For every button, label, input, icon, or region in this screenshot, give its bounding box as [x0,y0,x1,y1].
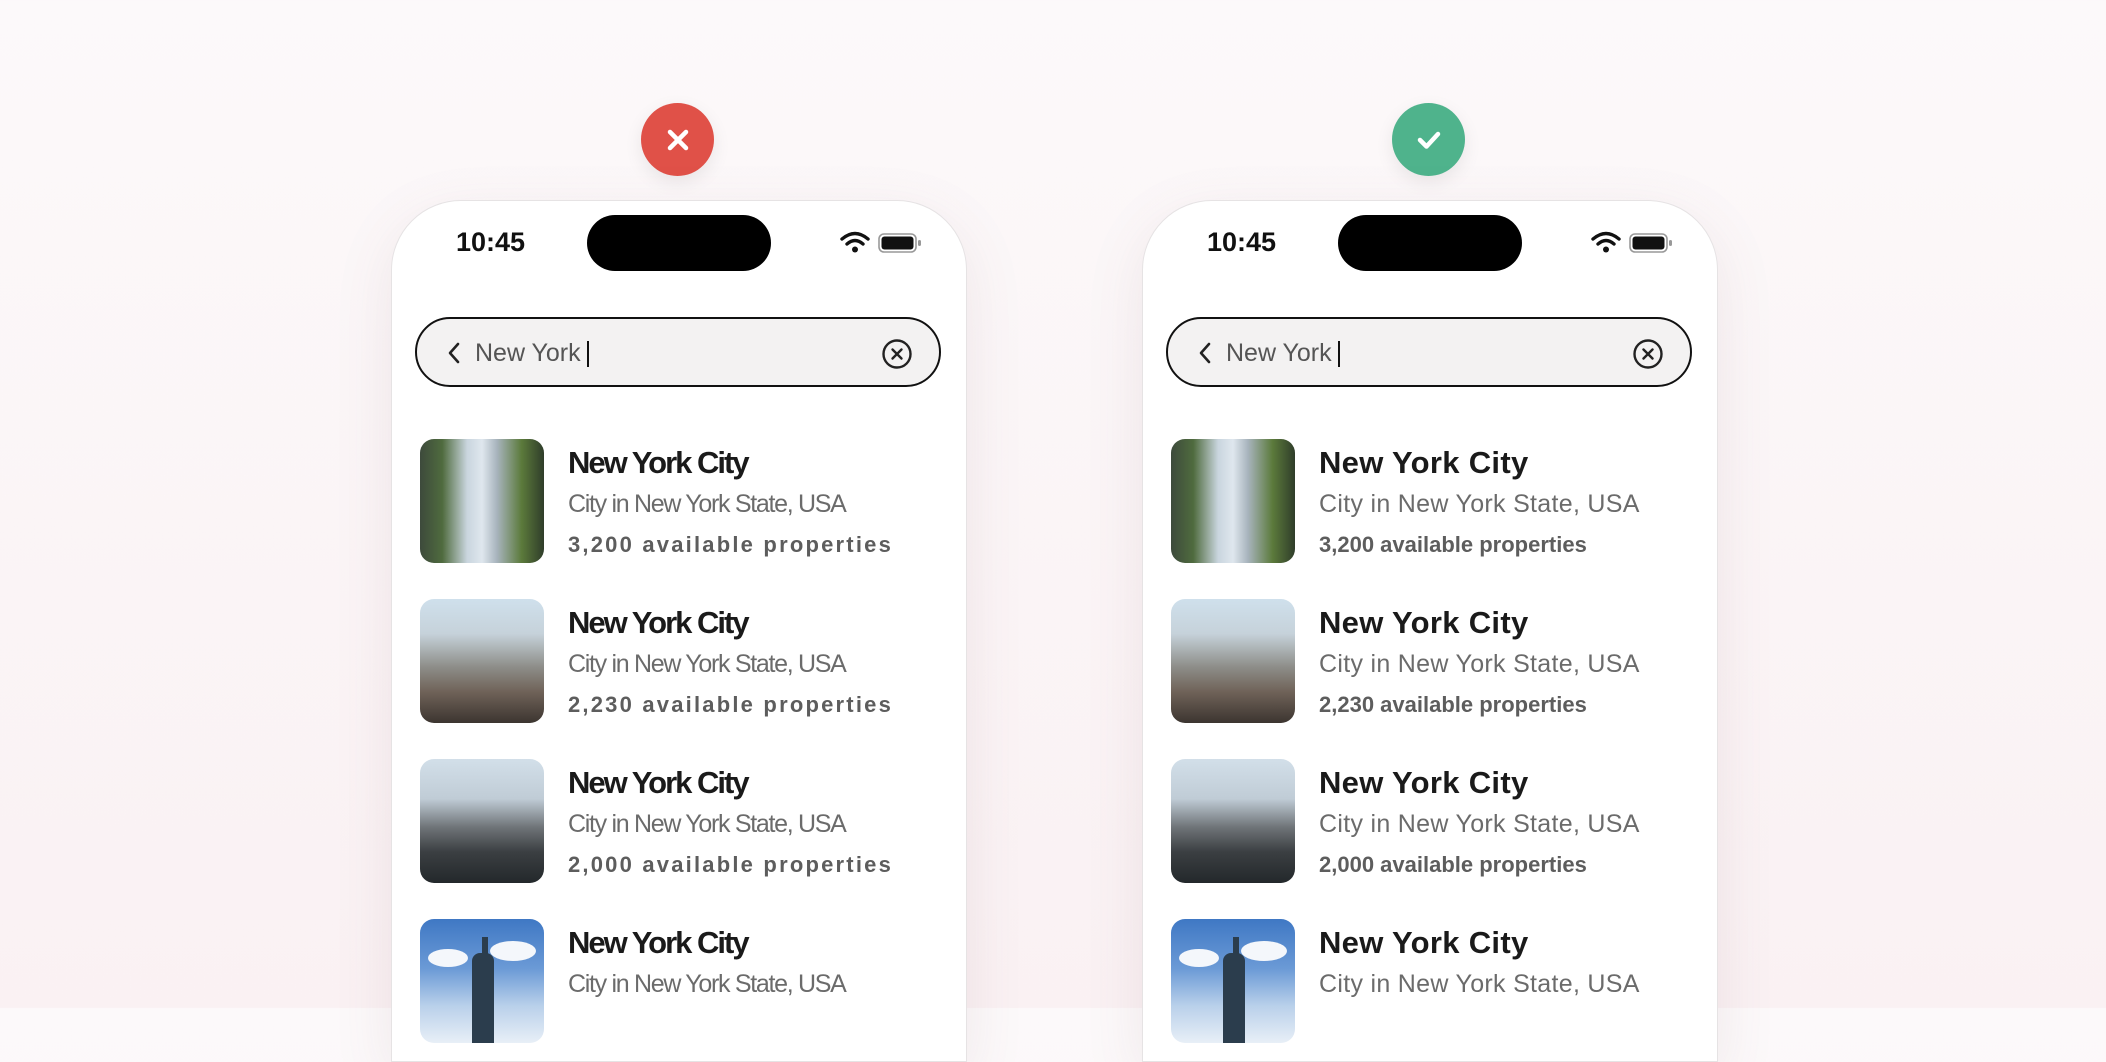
item-title: New York City [1319,765,1529,800]
chevron-left-icon[interactable] [445,341,463,365]
item-subtitle: City in New York State, USA [568,650,847,678]
city-thumbnail [1171,439,1295,563]
search-input[interactable] [1226,331,1586,375]
wifi-icon [1591,231,1621,253]
list-item[interactable]: New York City City in New York State, US… [1171,599,1697,759]
search-bar[interactable] [1166,317,1692,387]
item-properties: 2,000 available properties [1319,852,1587,877]
phone-correct: 10:45 New York City City in New York Sta… [1142,200,1718,1062]
phone-incorrect: 10:45 New York City City in New York Sta… [391,200,967,1062]
chevron-left-icon[interactable] [1196,341,1214,365]
battery-icon [878,233,921,253]
item-subtitle: City in New York State, USA [568,490,847,518]
item-title: New York City [568,925,750,960]
clear-circle-icon[interactable] [881,338,913,370]
close-icon [667,129,688,150]
item-subtitle: City in New York State, USA [568,970,847,998]
list-item[interactable]: New York City City in New York State, US… [420,759,946,919]
dynamic-island [1338,215,1522,271]
city-thumbnail [1171,919,1295,1043]
list-item[interactable]: New York City City in New York State, US… [1171,759,1697,919]
dynamic-island [587,215,771,271]
city-thumbnail [1171,759,1295,883]
city-thumbnail [420,439,544,563]
text-cursor [587,341,589,367]
city-thumbnail [1171,599,1295,723]
city-thumbnail [420,919,544,1043]
item-title: New York City [568,765,750,800]
item-title: New York City [1319,925,1529,960]
list-item[interactable]: New York City City in New York State, US… [420,599,946,759]
list-item[interactable]: New York City City in New York State, US… [1171,919,1697,1061]
list-item[interactable]: New York City City in New York State, US… [1171,439,1697,599]
item-subtitle: City in New York State, USA [1319,970,1640,998]
battery-icon [1629,233,1672,253]
clear-circle-icon[interactable] [1632,338,1664,370]
list-item[interactable]: New York City City in New York State, US… [420,919,946,1061]
item-title: New York City [1319,445,1529,480]
status-time: 10:45 [1207,227,1277,257]
item-properties: 3,200 available properties [568,532,894,557]
item-subtitle: City in New York State, USA [1319,490,1640,518]
city-thumbnail [420,599,544,723]
results-list: New York City City in New York State, US… [1171,439,1697,1061]
correct-badge [1392,103,1465,176]
item-properties: 2,230 available properties [568,692,894,717]
status-time: 10:45 [456,227,526,257]
check-icon [1417,131,1440,149]
item-properties: 2,230 available properties [1319,692,1587,717]
results-list: New York City City in New York State, US… [420,439,946,1061]
item-properties: 2,000 available properties [568,852,894,877]
item-properties: 3,200 available properties [1319,532,1587,557]
item-subtitle: City in New York State, USA [1319,810,1640,838]
item-title: New York City [568,445,750,480]
item-subtitle: City in New York State, USA [1319,650,1640,678]
list-item[interactable]: New York City City in New York State, US… [420,439,946,599]
city-thumbnail [420,759,544,883]
wifi-icon [840,231,870,253]
text-cursor [1338,341,1340,367]
item-title: New York City [568,605,750,640]
item-subtitle: City in New York State, USA [568,810,847,838]
incorrect-badge [641,103,714,176]
item-title: New York City [1319,605,1529,640]
search-input[interactable] [475,331,835,375]
search-bar[interactable] [415,317,941,387]
